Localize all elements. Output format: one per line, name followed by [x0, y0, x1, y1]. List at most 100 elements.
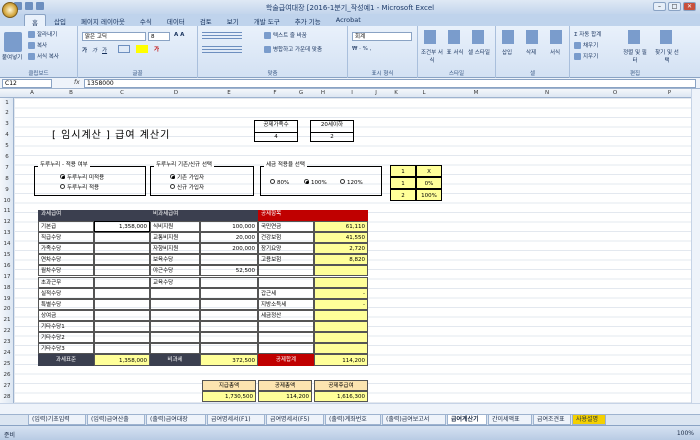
nontax-item-value[interactable] [200, 309, 258, 321]
column-header[interactable]: L [408, 90, 440, 96]
column-header[interactable]: N [512, 90, 582, 96]
deduction-item-value[interactable]: - [314, 298, 368, 310]
taxable-item-value[interactable] [94, 287, 150, 299]
tab-insert[interactable]: 삽입 [47, 14, 73, 26]
taxable-item-value[interactable] [94, 265, 150, 277]
name-box[interactable]: C12 [2, 79, 52, 88]
row-header[interactable]: 1 [0, 100, 14, 106]
sheet-tab[interactable]: 급여계산기 [447, 415, 487, 425]
row-header[interactable]: 24 [0, 350, 14, 356]
row-header[interactable]: 15 [0, 252, 14, 258]
family-value[interactable]: 4 [255, 132, 297, 142]
row-header[interactable]: 3 [0, 121, 14, 127]
taxable-item-value[interactable] [94, 343, 150, 355]
taxable-item-value[interactable] [94, 309, 150, 321]
sort-filter-icon[interactable] [628, 30, 640, 44]
row-header[interactable]: 14 [0, 241, 14, 247]
copy-button[interactable]: 복사 [28, 41, 47, 49]
find-select-button[interactable]: 찾기 및 선택 [654, 48, 680, 64]
tab-data[interactable]: 데이터 [160, 14, 192, 26]
delete-cells-icon[interactable] [526, 30, 538, 44]
row-header[interactable]: 5 [0, 143, 14, 149]
horizontal-scrollbar[interactable] [0, 403, 700, 414]
fx-icon[interactable]: fx [74, 79, 80, 86]
tab-review[interactable]: 검토 [193, 14, 219, 26]
row-header[interactable]: 17 [0, 274, 14, 280]
deduction-item-value[interactable] [314, 332, 368, 344]
tab-addins[interactable]: 추가 기능 [288, 14, 328, 26]
row-header[interactable]: 20 [0, 306, 14, 312]
conditional-format-icon[interactable] [424, 30, 436, 44]
sheet-tab[interactable]: (입력)급여산출 [87, 415, 145, 425]
number-format-combo[interactable]: 회계 [352, 32, 412, 41]
tax-opt2[interactable]: 100% [304, 179, 327, 188]
currency-percent-icons[interactable]: ₩ · % , [352, 46, 371, 52]
taxable-item-value[interactable] [94, 320, 150, 332]
cut-button[interactable]: 잘라내기 [28, 30, 57, 38]
vertical-align-icons[interactable] [202, 32, 242, 39]
column-header[interactable]: P [648, 90, 691, 96]
column-header[interactable]: C [92, 90, 152, 96]
font-color-icon[interactable]: 가 [154, 45, 159, 53]
nontax-item-value[interactable]: 200,000 [200, 243, 258, 255]
taxable-item-value[interactable] [94, 243, 150, 255]
conditional-format-button[interactable]: 조건부 서식 [421, 48, 443, 64]
under20-value[interactable]: 2 [311, 132, 353, 142]
deduction-item-value[interactable]: 41,550 [314, 232, 368, 244]
vertical-scrollbar[interactable] [691, 89, 700, 403]
fill-button[interactable]: 채우기 [574, 41, 598, 49]
deduction-item-value[interactable] [314, 276, 368, 288]
delete-cells-button[interactable]: 삭제 [526, 48, 536, 56]
tab-developer[interactable]: 개발 도구 [247, 14, 287, 26]
nontax-item-value[interactable] [200, 343, 258, 355]
nontax-item-value[interactable] [200, 298, 258, 310]
tab-view[interactable]: 보기 [220, 14, 246, 26]
underline-icon[interactable]: 가 [102, 46, 107, 54]
dup-basis-opt2[interactable]: 신규 가입자 [170, 184, 204, 193]
sheet-tab[interactable]: (출력)급여대장 [146, 415, 206, 425]
deduction-item-value[interactable]: 2,720 [314, 243, 368, 255]
nontax-item-value[interactable] [200, 332, 258, 344]
row-header[interactable]: 13 [0, 230, 14, 236]
taxable-item-value[interactable] [94, 254, 150, 266]
bold-icon[interactable]: 가 [82, 46, 87, 54]
italic-icon[interactable]: 가 [92, 46, 97, 54]
row-header[interactable]: 23 [0, 339, 14, 345]
deduction-item-value[interactable]: - [314, 287, 368, 299]
row-header[interactable]: 18 [0, 285, 14, 291]
row-header[interactable]: 6 [0, 154, 14, 160]
deduction-item-value[interactable]: 61,110 [314, 221, 368, 233]
taxable-item-value[interactable] [94, 332, 150, 344]
deduction-item-value[interactable] [314, 320, 368, 332]
formula-input[interactable]: 1358000 [84, 79, 696, 88]
row-header[interactable]: 11 [0, 208, 14, 214]
row-header[interactable]: 19 [0, 296, 14, 302]
dup-opt2[interactable]: 두루누리 적용 [60, 184, 99, 193]
deduction-item-value[interactable] [314, 265, 368, 277]
taxable-item-value[interactable] [94, 298, 150, 310]
maximize-button[interactable]: □ [668, 2, 681, 11]
column-header[interactable]: O [582, 90, 648, 96]
row-header[interactable]: 22 [0, 328, 14, 334]
deduction-item-value[interactable]: 8,820 [314, 254, 368, 266]
font-name-combo[interactable]: 맑은 고딕 [82, 32, 146, 41]
column-header[interactable]: H [310, 90, 336, 96]
insert-cells-button[interactable]: 삽입 [502, 48, 512, 56]
column-header[interactable]: B [50, 90, 92, 96]
find-select-icon[interactable] [660, 30, 672, 44]
tab-acrobat[interactable]: Acrobat [329, 14, 368, 26]
grow-font-icon[interactable]: A A [174, 32, 184, 38]
fill-color-icon[interactable] [136, 45, 148, 53]
paste-icon[interactable] [4, 32, 22, 52]
merge-center-button[interactable]: 병합하고 가운데 맞춤 [264, 45, 322, 53]
deduction-item-value[interactable] [314, 309, 368, 321]
nontax-item-value[interactable]: 52,500 [200, 265, 258, 277]
row-header[interactable]: 25 [0, 361, 14, 367]
column-header[interactable]: E [200, 90, 258, 96]
nontax-item-value[interactable] [200, 254, 258, 266]
row-header[interactable]: 12 [0, 219, 14, 225]
nontax-item-value[interactable]: 20,000 [200, 232, 258, 244]
font-size-combo[interactable]: 8 [148, 32, 170, 41]
insert-cells-icon[interactable] [502, 30, 514, 44]
tax-opt3[interactable]: 120% [340, 179, 363, 188]
